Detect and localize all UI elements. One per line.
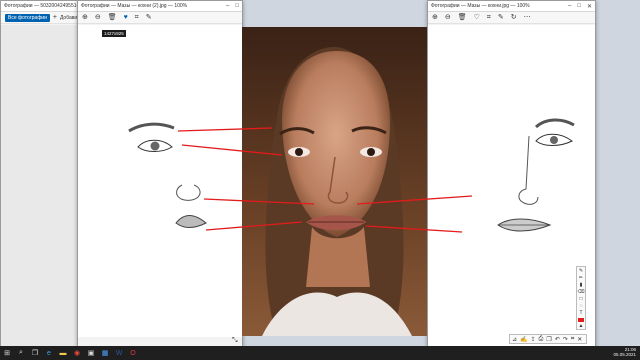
ruler-icon[interactable]: ⊿: [512, 336, 517, 343]
arrow-eye-left: [181, 144, 283, 156]
touch-write-icon[interactable]: ✍: [520, 336, 527, 343]
clock-date: 05.05.2021: [613, 352, 636, 357]
ink-toolbar-horizontal: ⊿ ✍ ⇪ ⎙ ❐ ↶ ↷ ⌗ ✕: [509, 334, 587, 344]
ink-toolbar-vertical: ✎ ✏ ▮ ⌫ □ ◌ T ▲: [576, 266, 586, 330]
copy-icon[interactable]: ❐: [546, 336, 551, 343]
arrow-nose-right: [356, 195, 473, 205]
search-icon[interactable]: ⌕: [14, 346, 28, 360]
start-icon[interactable]: ⊞: [0, 346, 14, 360]
chrome-icon[interactable]: ◉: [70, 346, 84, 360]
opera-icon[interactable]: O: [126, 346, 140, 360]
save-icon[interactable]: ⎙: [539, 336, 544, 343]
pen-icon[interactable]: ✎: [579, 269, 583, 274]
close-ink-icon[interactable]: ✕: [577, 336, 582, 343]
arrow-nose-left: [203, 198, 315, 205]
share-icon[interactable]: ⇪: [531, 336, 536, 343]
system-clock[interactable]: 21:06 05.05.2021: [613, 347, 640, 358]
annotation-overlay: [177, 127, 473, 233]
pen-tip-icon[interactable]: ▲: [579, 324, 584, 329]
explorer-icon[interactable]: ▬: [56, 346, 70, 360]
undo-icon[interactable]: ↶: [555, 336, 560, 343]
pencil-icon[interactable]: ✏: [579, 276, 583, 281]
crop-tool-icon[interactable]: ⌗: [571, 336, 574, 343]
shape-icon[interactable]: □: [579, 297, 582, 302]
arrow-lips-right: [365, 225, 463, 233]
taskbar: ⊞ ⌕ ❐ e ▬ ◉ ▣ ▦ W O 21:06 05.05.2021: [0, 346, 640, 360]
lasso-icon[interactable]: ◌: [580, 304, 583, 309]
task-view-icon[interactable]: ❐: [28, 346, 42, 360]
edge-icon[interactable]: e: [42, 346, 56, 360]
pen-color-swatch[interactable]: [578, 318, 584, 322]
text-tool-icon[interactable]: T: [579, 311, 582, 316]
word-icon[interactable]: W: [112, 346, 126, 360]
photos-app-icon[interactable]: ▦: [98, 346, 112, 360]
highlighter-icon[interactable]: ▮: [580, 283, 583, 288]
eraser-icon[interactable]: ⌫: [577, 290, 584, 295]
redo-icon[interactable]: ↷: [563, 336, 568, 343]
store-icon[interactable]: ▣: [84, 346, 98, 360]
arrow-brow-left: [177, 127, 273, 132]
arrow-lips-left: [205, 221, 303, 231]
